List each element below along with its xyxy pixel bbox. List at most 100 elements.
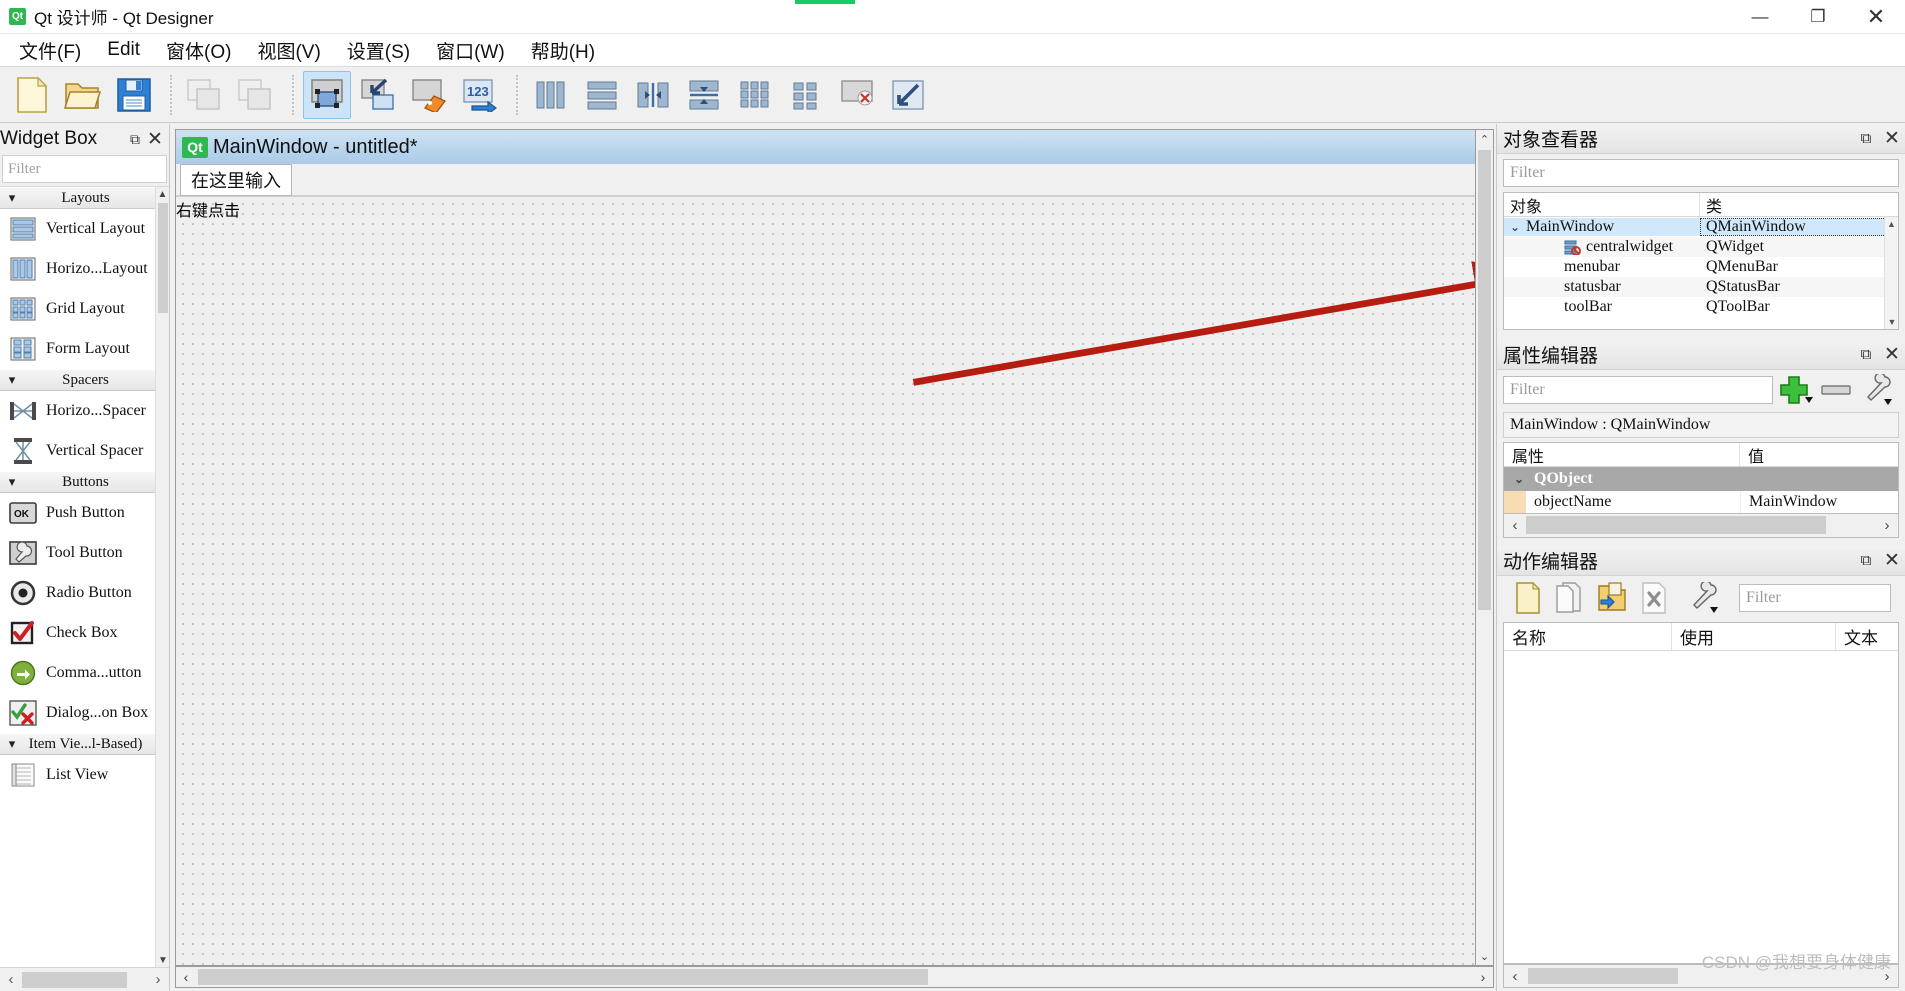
scrollbar-track[interactable] (196, 967, 1473, 987)
layout-form-button[interactable] (782, 71, 830, 119)
menu-item-window[interactable]: 窗口(W) (423, 34, 518, 67)
maximize-button[interactable]: ❐ (1789, 0, 1847, 34)
tree-row-mainwindow[interactable]: ⌄ MainWindow QMainWindow (1504, 217, 1898, 237)
property-editor-table[interactable]: 属性 值 ⌄ QObject objectName MainWindow (1503, 442, 1899, 514)
widget-box-filter-input[interactable]: Filter (2, 155, 167, 183)
widget-item-command-link-button[interactable]: Comma...utton (0, 653, 169, 693)
property-editor-horizontal-scrollbar[interactable]: ‹ › (1503, 514, 1899, 538)
tree-row-centralwidget[interactable]: centralwidget QWidget (1504, 237, 1898, 257)
scroll-up-arrow[interactable]: ⌃ (1476, 130, 1494, 148)
float-icon[interactable]: ⧉ (1853, 342, 1879, 368)
property-value[interactable]: MainWindow (1740, 491, 1898, 513)
property-editor-filter-input[interactable]: Filter (1503, 376, 1773, 404)
scroll-up-arrow[interactable]: ▲ (156, 187, 169, 201)
scroll-down-arrow[interactable]: ▼ (156, 953, 169, 967)
form-menu-placeholder[interactable]: 在这里输入 (180, 164, 292, 196)
layout-grid-button[interactable] (731, 71, 779, 119)
widget-box-horizontal-scrollbar[interactable]: ‹ › (0, 967, 169, 991)
open-form-button[interactable] (59, 71, 107, 119)
paste-action-button[interactable] (1595, 581, 1629, 615)
menu-item-form[interactable]: 窗体(O) (153, 34, 244, 67)
widget-item-horizontal-spacer[interactable]: Horizo...Spacer (0, 391, 169, 431)
configure-property-editor-button[interactable] (1853, 373, 1899, 407)
widget-item-form-layout[interactable]: Form Layout (0, 329, 169, 369)
scroll-right-arrow[interactable]: › (147, 971, 169, 988)
minimize-button[interactable]: — (1731, 0, 1789, 34)
widget-item-grid-layout[interactable]: Grid Layout (0, 289, 169, 329)
scrollbar-thumb[interactable] (1528, 968, 1678, 984)
column-header-object[interactable]: 对象 (1504, 193, 1700, 216)
column-header-text[interactable]: 文本 (1836, 623, 1898, 650)
column-header-used[interactable]: 使用 (1672, 623, 1836, 650)
scroll-left-arrow[interactable]: ‹ (0, 971, 22, 988)
edit-buddies-button[interactable] (405, 71, 453, 119)
menu-item-help[interactable]: 帮助(H) (518, 34, 608, 67)
property-group-qobject[interactable]: ⌄ QObject (1504, 467, 1898, 491)
widget-box-vertical-scrollbar[interactable]: ▲ ▼ (155, 187, 169, 967)
scrollbar-track[interactable] (1526, 514, 1876, 537)
close-button[interactable]: ✕ (1847, 0, 1905, 34)
close-icon[interactable]: ✕ (1879, 548, 1905, 574)
tree-row-toolbar[interactable]: toolBar QToolBar (1504, 297, 1898, 317)
form-canvas[interactable]: 右键点击 (176, 196, 1475, 965)
widget-box-list[interactable]: ▾ Layouts Vertical Layout Horizo...Layou… (0, 186, 169, 967)
float-icon[interactable]: ⧉ (1853, 548, 1879, 574)
close-icon[interactable]: ✕ (145, 129, 165, 149)
action-editor-filter-input[interactable]: Filter (1739, 584, 1891, 612)
scroll-down-arrow[interactable]: ▼ (1885, 315, 1899, 329)
scroll-right-arrow[interactable]: › (1876, 517, 1898, 534)
remove-dynamic-property-button[interactable] (1819, 373, 1853, 407)
form-horizontal-scrollbar[interactable]: ‹ › (175, 966, 1494, 988)
redo-button[interactable] (232, 71, 280, 119)
widget-item-vertical-layout[interactable]: Vertical Layout (0, 209, 169, 249)
tree-row-statusbar[interactable]: statusbar QStatusBar (1504, 277, 1898, 297)
layout-splitter-horizontal-button[interactable] (629, 71, 677, 119)
edit-signals-slots-button[interactable] (354, 71, 402, 119)
widget-item-list-view[interactable]: List View (0, 755, 169, 795)
scrollbar-track[interactable] (22, 972, 147, 988)
widget-item-push-button[interactable]: OK Push Button (0, 493, 169, 533)
column-header-name[interactable]: 名称 (1504, 623, 1672, 650)
object-inspector-filter-input[interactable]: Filter (1503, 159, 1899, 187)
widget-item-tool-button[interactable]: Tool Button (0, 533, 169, 573)
edit-tab-order-button[interactable]: 123 (456, 71, 504, 119)
chevron-down-icon[interactable]: ⌄ (1504, 472, 1534, 487)
break-layout-button[interactable] (833, 71, 881, 119)
scrollbar-thumb[interactable] (1478, 150, 1491, 610)
form-window[interactable]: Qt MainWindow - untitled* 在这里输入 右键点击 (175, 129, 1476, 966)
widget-item-vertical-spacer[interactable]: Vertical Spacer (0, 431, 169, 471)
float-icon[interactable]: ⧉ (1853, 126, 1879, 152)
form-vertical-scrollbar[interactable]: ⌃ ⌄ (1476, 129, 1494, 966)
adjust-size-button[interactable] (884, 71, 932, 119)
new-form-button[interactable] (8, 71, 56, 119)
column-header-value[interactable]: 值 (1740, 443, 1898, 466)
scrollbar-thumb[interactable] (198, 969, 928, 985)
edit-widgets-button[interactable] (303, 71, 351, 119)
scrollbar-thumb[interactable] (1526, 516, 1826, 534)
close-icon[interactable]: ✕ (1879, 342, 1905, 368)
widget-item-check-box[interactable]: Check Box (0, 613, 169, 653)
menu-item-file[interactable]: 文件(F) (6, 34, 94, 67)
layout-vertically-button[interactable] (578, 71, 626, 119)
widget-box-category-buttons[interactable]: ▾ Buttons (0, 471, 169, 493)
scroll-up-arrow[interactable]: ▲ (1885, 217, 1898, 231)
configure-action-button[interactable] (1679, 581, 1725, 615)
widget-box-category-layouts[interactable]: ▾ Layouts (0, 187, 169, 209)
save-form-button[interactable] (110, 71, 158, 119)
form-menu-bar[interactable]: 在这里输入 (176, 164, 1475, 196)
menu-item-view[interactable]: 视图(V) (244, 34, 333, 67)
object-inspector-tree[interactable]: 对象 类 ⌄ MainWindow QMainWindow (1503, 192, 1899, 330)
property-row-objectname[interactable]: objectName MainWindow (1504, 491, 1898, 513)
delete-action-button[interactable] (1637, 581, 1671, 615)
scrollbar-thumb[interactable] (158, 203, 168, 313)
scroll-left-arrow[interactable]: ‹ (1504, 968, 1526, 985)
scroll-left-arrow[interactable]: ‹ (176, 969, 196, 985)
column-header-property[interactable]: 属性 (1504, 443, 1740, 466)
object-inspector-vertical-scrollbar[interactable]: ▲ ▼ (1884, 217, 1898, 329)
layout-splitter-vertical-button[interactable] (680, 71, 728, 119)
scroll-right-arrow[interactable]: › (1473, 969, 1493, 985)
widget-item-radio-button[interactable]: Radio Button (0, 573, 169, 613)
action-editor-table[interactable]: 名称 使用 文本 (1503, 622, 1899, 964)
scroll-left-arrow[interactable]: ‹ (1504, 517, 1526, 534)
new-action-button[interactable] (1511, 581, 1545, 615)
